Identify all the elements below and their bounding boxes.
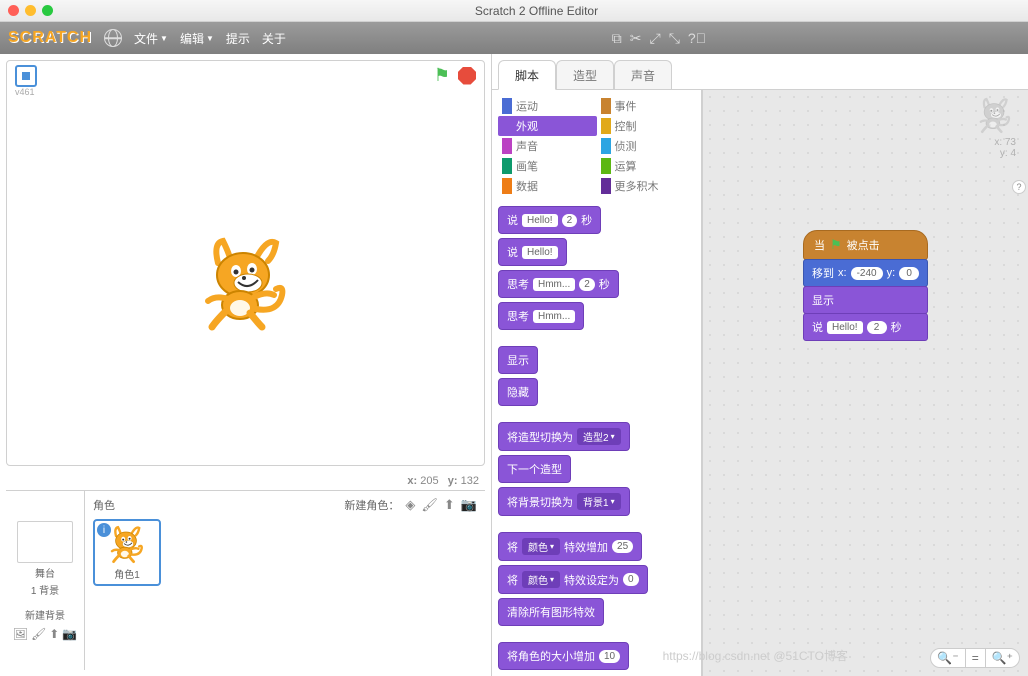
delete-icon[interactable]: ✂ <box>630 30 642 47</box>
flag-icon: ⚑ <box>830 237 842 253</box>
maximize-button[interactable] <box>42 5 53 16</box>
green-flag-icon[interactable]: ⚑ <box>434 65 450 86</box>
stage-label: 舞台 <box>35 565 55 580</box>
block-say[interactable]: 说Hello! <box>498 238 567 266</box>
category-pen[interactable]: 画笔 <box>498 156 597 176</box>
grow-icon[interactable]: ⤢ <box>649 30 660 47</box>
block-palette: 运动 事件 外观 控制 声音 侦测 画笔 运算 数据 更多积木 说Hello!2… <box>492 90 702 676</box>
shrink-icon[interactable]: ⤡ <box>669 30 680 47</box>
block-change-size[interactable]: 将角色的大小增加10 <box>498 642 629 670</box>
sprite-item[interactable]: i 角色1 <box>93 519 161 586</box>
stage: v461 ⚑ <box>6 60 485 466</box>
sprite-info-readout: x: 73 y: 4 <box>974 96 1016 159</box>
backdrop-upload-icon[interactable]: ⬆ <box>49 627 59 641</box>
block-set-effect[interactable]: 将颜色特效设定为0 <box>498 565 648 594</box>
tab-sounds[interactable]: 声音 <box>614 60 672 90</box>
minimize-button[interactable] <box>25 5 36 16</box>
tab-costumes[interactable]: 造型 <box>556 60 614 90</box>
sprite-on-stage[interactable] <box>198 233 293 333</box>
new-sprite-label: 新建角色： <box>344 497 399 513</box>
menu-about[interactable]: 关于 <box>262 30 286 47</box>
category-looks[interactable]: 外观 <box>498 116 597 136</box>
new-backdrop-label: 新建背景 <box>25 607 65 622</box>
backdrop-library-icon[interactable]: 🖼 <box>13 627 28 641</box>
menubar: SCRATCH 文件▼ 编辑▼ 提示 关于 ⧉ ✂ ⤢ ⤡ ?⃝ <box>0 22 1028 54</box>
window-title: Scratch 2 Offline Editor <box>53 4 1020 18</box>
block-next-costume[interactable]: 下一个造型 <box>498 455 571 483</box>
zoom-controls: 🔍⁻ = 🔍⁺ <box>930 648 1020 668</box>
fullscreen-icon[interactable] <box>15 65 37 87</box>
block-hide[interactable]: 隐藏 <box>498 378 538 406</box>
sprite-camera-icon[interactable]: 📷 <box>461 497 477 513</box>
script-stack[interactable]: 当⚑被点击 移到x:-240y:0 显示 说Hello!2秒 <box>803 230 928 341</box>
scratch-logo: SCRATCH <box>8 29 92 47</box>
category-sensing[interactable]: 侦测 <box>597 136 696 156</box>
close-button[interactable] <box>8 5 19 16</box>
script-area[interactable]: ? x: 73 y: 4 当⚑被点击 移到x:-240y:0 显示 说Hello… <box>702 90 1028 676</box>
backdrop-paint-icon[interactable]: 🖌 <box>31 627 46 641</box>
collapse-icon[interactable]: ? <box>1012 180 1026 194</box>
sprite-upload-icon[interactable]: ⬆ <box>444 497 455 513</box>
category-operators[interactable]: 运算 <box>597 156 696 176</box>
category-more[interactable]: 更多积木 <box>597 176 696 196</box>
menu-edit[interactable]: 编辑▼ <box>180 30 214 47</box>
category-events[interactable]: 事件 <box>597 96 696 116</box>
block-switch-backdrop[interactable]: 将背景切换为背景1 <box>498 487 630 516</box>
backdrop-count: 1 背景 <box>31 582 59 597</box>
version-label: v461 <box>15 87 37 97</box>
stage-canvas[interactable] <box>7 101 484 465</box>
duplicate-icon[interactable]: ⧉ <box>612 30 622 47</box>
zoom-out-icon[interactable]: 🔍⁻ <box>931 649 964 667</box>
sprite-info-icon[interactable]: i <box>97 523 111 537</box>
category-control[interactable]: 控制 <box>597 116 696 136</box>
category-motion[interactable]: 运动 <box>498 96 597 116</box>
block-say-secs[interactable]: 说Hello!2秒 <box>498 206 601 234</box>
mouse-coords: x: 205 y: 132 <box>0 472 491 490</box>
watermark: https://blog.csdn.net @51CTO博客 <box>663 647 848 664</box>
tab-scripts[interactable]: 脚本 <box>498 60 556 90</box>
block-switch-costume[interactable]: 将造型切换为造型2 <box>498 422 630 451</box>
help-icon[interactable]: ?⃝ <box>688 30 706 47</box>
category-sound[interactable]: 声音 <box>498 136 597 156</box>
zoom-reset-icon[interactable]: = <box>965 649 985 667</box>
language-icon[interactable] <box>104 29 122 47</box>
titlebar: Scratch 2 Offline Editor <box>0 0 1028 22</box>
sprite-name: 角色1 <box>114 566 140 581</box>
block-goto-xy[interactable]: 移到x:-240y:0 <box>803 259 928 287</box>
block-think[interactable]: 思考Hmm... <box>498 302 584 330</box>
menu-tips[interactable]: 提示 <box>226 30 250 47</box>
block-think-secs[interactable]: 思考Hmm...2秒 <box>498 270 619 298</box>
block-change-effect[interactable]: 将颜色特效增加25 <box>498 532 642 561</box>
block-say-secs-script[interactable]: 说Hello!2秒 <box>803 313 928 341</box>
block-show-script[interactable]: 显示 <box>803 286 928 314</box>
hat-when-flag[interactable]: 当⚑被点击 <box>803 230 928 260</box>
menu-file[interactable]: 文件▼ <box>134 30 168 47</box>
sprites-label: 角色 <box>93 497 115 513</box>
category-data[interactable]: 数据 <box>498 176 597 196</box>
sprite-library-icon[interactable]: ◈ <box>405 497 415 513</box>
zoom-in-icon[interactable]: 🔍⁺ <box>985 649 1019 667</box>
block-clear-effects[interactable]: 清除所有图形特效 <box>498 598 604 626</box>
stage-thumbnail[interactable] <box>17 521 73 563</box>
sprite-paint-icon[interactable]: 🖌 <box>421 497 438 513</box>
backdrop-camera-icon[interactable]: 📷 <box>62 627 77 641</box>
stop-icon[interactable] <box>458 67 476 85</box>
block-show[interactable]: 显示 <box>498 346 538 374</box>
